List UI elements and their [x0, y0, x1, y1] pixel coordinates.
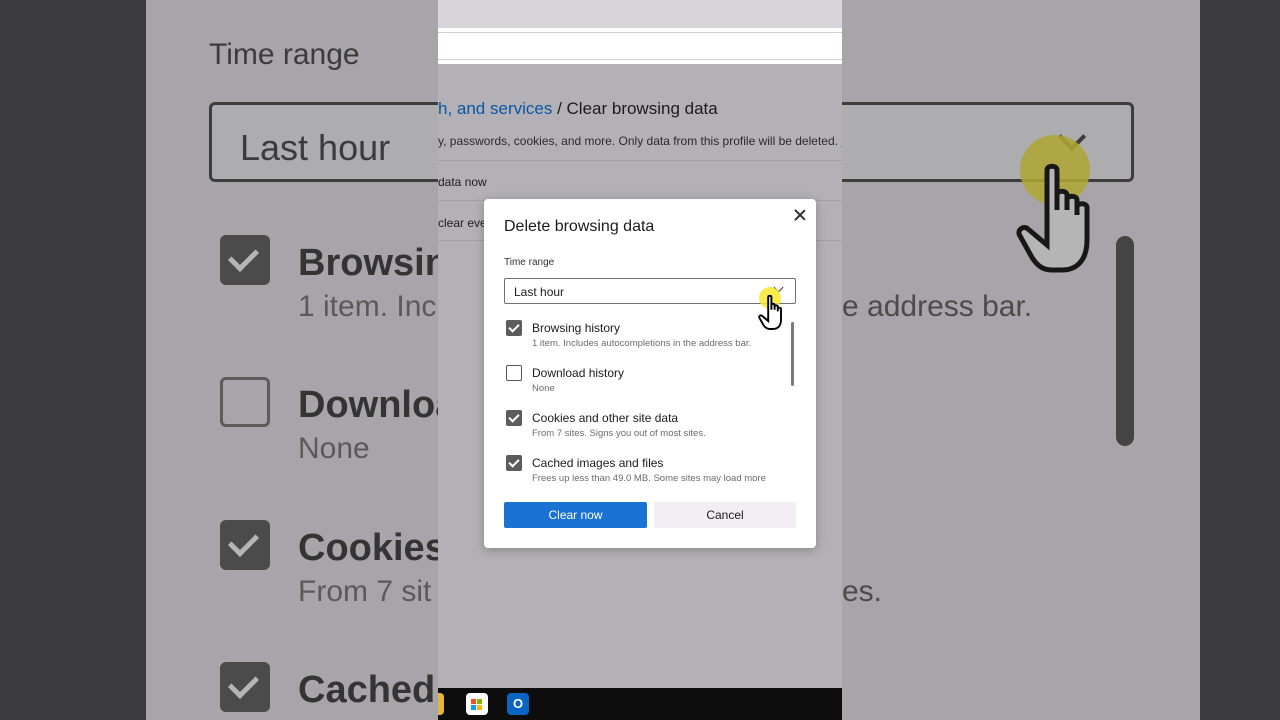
file-explorer-icon[interactable]	[438, 693, 444, 715]
address-bar[interactable]	[438, 28, 842, 66]
item-subtitle: None	[532, 383, 555, 394]
time-range-value: Last hour	[514, 285, 565, 299]
page-description-text: y, passwords, cookies, and more. Only da…	[438, 134, 838, 148]
hand-cursor-icon	[758, 294, 782, 330]
checkbox-download-history[interactable]	[506, 365, 522, 381]
list-item-download-history[interactable]: Download history None	[504, 362, 784, 402]
time-range-label: Time range	[504, 257, 555, 268]
item-title: Cookies and other site data	[532, 411, 679, 425]
page-description: y, passwords, cookies, and more. Only da…	[438, 134, 842, 148]
list-item-browsing-history[interactable]: Browsing history 1 item. Includes autoco…	[504, 317, 784, 357]
item-title: Browsing history	[532, 321, 621, 335]
dialog-title: Delete browsing data	[504, 218, 655, 235]
item-title: Download history	[532, 366, 625, 380]
background-zoom-right: e address bar. es.	[842, 0, 1200, 720]
data-type-list: Browsing history 1 item. Includes autoco…	[504, 317, 794, 487]
list-item-cookies[interactable]: Cookies and other site data From 7 sites…	[504, 407, 784, 447]
tab-strip	[438, 0, 842, 28]
item-subtitle: 1 item. Includes autocompletions in the …	[532, 338, 752, 349]
breadcrumb: h, and services / Clear browsing data	[438, 99, 718, 119]
list-scrollbar[interactable]	[791, 322, 794, 386]
microsoft-store-icon[interactable]	[466, 693, 488, 715]
clear-data-now-row[interactable]: data now	[438, 175, 487, 189]
item-subtitle: Frees up less than 49.0 MB. Some sites m…	[532, 473, 766, 484]
background-left-edge	[0, 0, 146, 720]
background-dim-overlay	[146, 0, 438, 720]
divider	[438, 160, 842, 161]
breadcrumb-separator: /	[552, 99, 567, 118]
item-title: Cached images and files	[532, 456, 664, 470]
time-range-select[interactable]: Last hour	[504, 278, 796, 304]
checkbox-browsing-history[interactable]	[506, 320, 522, 336]
clear-now-button[interactable]: Clear now	[504, 502, 647, 528]
delete-browsing-data-dialog: Delete browsing data Time range Last hou…	[484, 199, 816, 548]
background-zoom-left: Time range Last hour Browsing 1 item. In…	[146, 0, 438, 720]
background-dim-overlay-right	[842, 0, 1200, 720]
breadcrumb-link[interactable]: h, and services	[438, 99, 552, 118]
close-icon[interactable]	[791, 206, 809, 224]
checkbox-cookies[interactable]	[506, 410, 522, 426]
outlook-icon[interactable]: O	[507, 693, 529, 715]
list-item-cached-images[interactable]: Cached images and files Frees up less th…	[504, 452, 784, 487]
taskbar: O	[438, 688, 842, 720]
manage-link[interactable]: Ma	[841, 134, 842, 148]
checkbox-cached-images[interactable]	[506, 455, 522, 471]
item-subtitle: From 7 sites. Signs you out of most site…	[532, 428, 706, 439]
breadcrumb-current: Clear browsing data	[566, 99, 718, 118]
clear-on-close-row[interactable]: clear eve	[438, 216, 487, 230]
background-right-edge	[1200, 0, 1280, 720]
cancel-button[interactable]: Cancel	[654, 502, 796, 528]
